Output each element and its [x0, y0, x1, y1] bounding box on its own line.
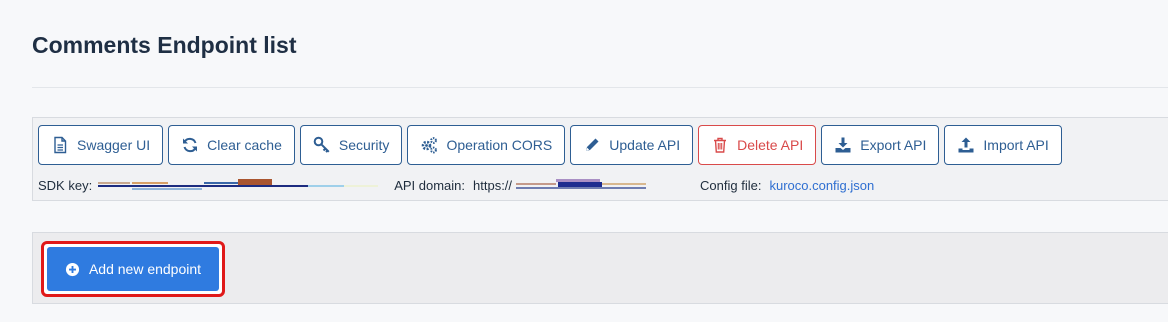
- swagger-ui-button[interactable]: Swagger UI: [38, 125, 164, 165]
- operation-cors-label: Operation CORS: [446, 137, 553, 153]
- sdk-key-redacted: [96, 178, 380, 190]
- add-new-endpoint-button[interactable]: Add new endpoint: [47, 247, 219, 291]
- api-panel: Swagger UI Clear cache Security Operatio…: [32, 117, 1168, 201]
- config-file-label: Config file:: [700, 178, 762, 193]
- import-api-button[interactable]: Import API: [944, 125, 1062, 165]
- key-icon: [313, 136, 330, 153]
- divider: [32, 87, 1168, 88]
- action-panel: Add new endpoint: [32, 232, 1168, 304]
- api-domain-label: API domain:: [394, 178, 466, 193]
- page-title: Comments Endpoint list: [32, 32, 297, 58]
- add-new-endpoint-label: Add new endpoint: [88, 261, 202, 277]
- operation-cors-button[interactable]: Operation CORS: [407, 125, 566, 165]
- update-api-button[interactable]: Update API: [570, 125, 694, 165]
- export-api-label: Export API: [860, 137, 927, 153]
- import-api-label: Import API: [983, 137, 1049, 153]
- clear-cache-label: Clear cache: [207, 137, 282, 153]
- swagger-ui-label: Swagger UI: [77, 137, 151, 153]
- delete-api-button[interactable]: Delete API: [698, 125, 817, 165]
- clear-cache-button[interactable]: Clear cache: [168, 125, 295, 165]
- config-file-link[interactable]: kuroco.config.json: [769, 178, 874, 193]
- security-button[interactable]: Security: [299, 125, 403, 165]
- sdk-key-label: SDK key:: [38, 178, 93, 193]
- plus-circle-icon: [65, 262, 80, 276]
- refresh-icon: [183, 137, 198, 153]
- upload-icon: [958, 137, 974, 153]
- api-toolbar: Swagger UI Clear cache Security Operatio…: [38, 125, 1062, 165]
- delete-api-label: Delete API: [737, 137, 804, 153]
- api-info-row: SDK key: API domain: https:// Config fil…: [38, 178, 874, 193]
- export-api-button[interactable]: Export API: [821, 125, 940, 165]
- download-icon: [835, 137, 851, 153]
- pencil-icon: [586, 138, 599, 151]
- security-label: Security: [338, 137, 390, 153]
- highlight-box: Add new endpoint: [41, 241, 225, 297]
- api-domain-value: https://: [473, 178, 513, 193]
- trash-icon: [714, 137, 727, 153]
- file-icon: [54, 136, 67, 154]
- api-domain-redacted: [516, 178, 688, 190]
- update-api-label: Update API: [609, 137, 681, 153]
- gears-icon: [422, 137, 438, 154]
